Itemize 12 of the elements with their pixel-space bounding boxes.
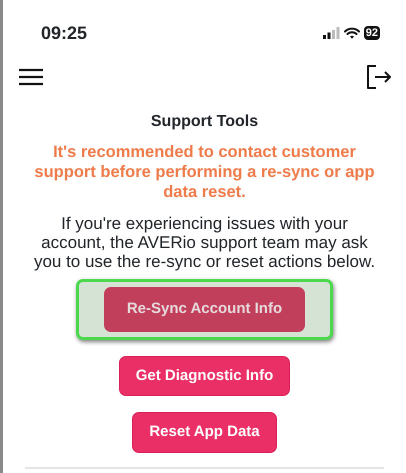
action-button[interactable]: Get Diagnostic Info [118,356,290,396]
action-button[interactable]: Reset App Data [132,412,277,452]
battery-level: 92 [364,26,380,40]
action-button[interactable]: Re-Sync Account Info [104,287,306,332]
menu-icon[interactable] [19,68,43,86]
warning-text: It's recommended to contact customer support before performing a re-sync or app data reset. [33,142,376,202]
wifi-icon [344,27,360,39]
signal-icon [322,27,340,39]
description-text: If you're experiencing issues with your account, the AVERio support team may ask you to use the re-sync or reset actions below. [32,214,376,271]
status-time: 09:25 [41,22,88,44]
page-title: Support Tools [150,112,260,132]
logout-icon[interactable] [366,64,392,90]
